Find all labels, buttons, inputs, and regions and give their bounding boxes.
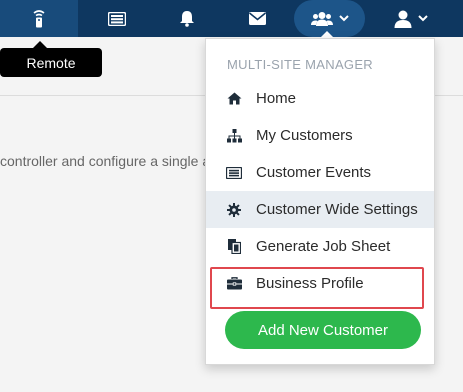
list-icon — [226, 166, 242, 179]
chevron-down-icon — [338, 15, 349, 22]
menu-item-home[interactable]: Home — [206, 80, 434, 117]
menu-item-label: My Customers — [256, 127, 353, 144]
gear-icon — [227, 202, 241, 217]
copy-icon — [227, 239, 241, 254]
home-icon — [227, 92, 241, 105]
notifications-button[interactable] — [165, 0, 209, 37]
multi-site-dropdown: MULTI-SITE MANAGER Home My Customers Cus… — [205, 38, 435, 365]
list-icon — [108, 11, 126, 26]
menu-item-customer-wide-settings[interactable]: Customer Wide Settings — [206, 191, 434, 228]
page-description-text: controller and configure a single a — [0, 153, 211, 169]
events-nav-button[interactable] — [95, 0, 139, 37]
dropdown-header: MULTI-SITE MANAGER — [227, 57, 374, 72]
user-menu-button[interactable] — [388, 0, 434, 37]
menu-item-business-profile[interactable]: Business Profile — [206, 265, 434, 309]
messages-button[interactable] — [235, 0, 279, 37]
remote-button[interactable] — [0, 0, 78, 37]
user-icon — [394, 10, 412, 28]
top-navbar — [0, 0, 463, 37]
menu-item-label: Customer Events — [256, 164, 372, 181]
menu-item-generate-job-sheet[interactable]: Generate Job Sheet — [206, 228, 434, 265]
chevron-down-icon — [418, 15, 428, 22]
menu-item-label: Generate Job Sheet — [256, 238, 391, 255]
sitemap-icon — [226, 128, 242, 142]
menu-item-my-customers[interactable]: My Customers — [206, 117, 434, 154]
menu-item-customer-events[interactable]: Customer Events — [206, 154, 434, 191]
envelope-icon — [248, 12, 266, 25]
users-icon — [310, 11, 333, 26]
add-new-customer-button[interactable]: Add New Customer — [225, 311, 421, 349]
tooltip-arrow — [33, 41, 47, 48]
briefcase-icon — [226, 277, 242, 290]
remote-icon — [33, 9, 45, 27]
remote-tooltip: Remote — [0, 48, 102, 77]
menu-item-label: Business Profile — [256, 275, 364, 292]
bell-icon — [180, 11, 194, 27]
menu-item-label: Home — [256, 90, 297, 107]
menu-item-label: Customer Wide Settings — [256, 201, 418, 218]
